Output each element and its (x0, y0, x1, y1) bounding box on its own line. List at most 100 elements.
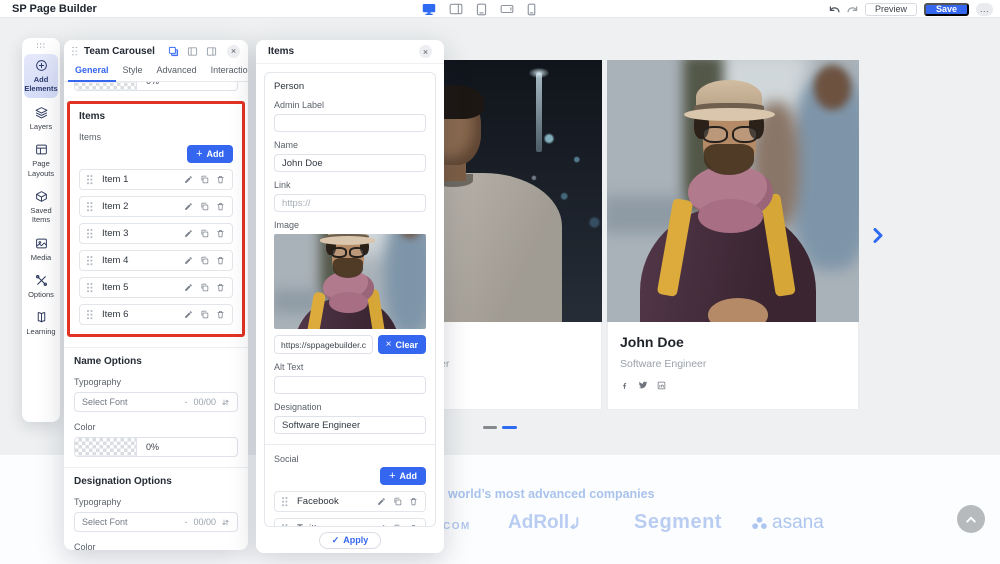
font-size-value: 00/00 (193, 397, 216, 407)
panel-drag-handle-icon[interactable] (72, 46, 78, 57)
duplicate-icon[interactable] (200, 229, 209, 238)
add-item-button[interactable]: +Add (187, 145, 233, 163)
sidebar-item-saved-items[interactable]: Saved Items (24, 185, 58, 229)
drag-handle-icon[interactable] (87, 228, 93, 239)
edit-icon[interactable] (184, 310, 193, 319)
duplicate-icon[interactable] (200, 310, 209, 319)
edit-icon[interactable] (184, 256, 193, 265)
alt-text-input[interactable] (274, 376, 426, 394)
dock-right-icon[interactable] (206, 46, 217, 57)
tab-advanced[interactable]: Advanced (150, 65, 204, 82)
panel-body: 0% Items Items +Add Item 1 Item 2 (64, 82, 248, 550)
close-icon[interactable]: × (419, 45, 432, 58)
dock-left-icon[interactable] (187, 46, 198, 57)
tab-interaction[interactable]: Interaction (204, 65, 248, 82)
item-row-2[interactable]: Item 2 (79, 196, 233, 217)
designation-input[interactable] (274, 416, 426, 434)
more-options-button[interactable]: ... (976, 3, 993, 16)
drag-handle-icon[interactable] (87, 174, 93, 185)
drag-handle-icon[interactable] (87, 309, 93, 320)
font-select[interactable]: Select Font - 00/00 (74, 392, 238, 412)
duplicate-icon[interactable] (200, 283, 209, 292)
admin-label-input[interactable] (274, 114, 426, 132)
name-input[interactable] (274, 154, 426, 172)
color-swatch[interactable] (75, 438, 137, 456)
sidebar-item-learning[interactable]: Learning (24, 306, 58, 340)
save-button[interactable]: Save (924, 3, 969, 16)
sidebar-item-media[interactable]: Media (24, 232, 58, 266)
preview-button[interactable]: Preview (865, 3, 917, 16)
image-url-input[interactable] (274, 335, 373, 354)
laptop-icon[interactable] (449, 3, 463, 15)
close-icon[interactable]: × (227, 45, 240, 58)
undo-icon[interactable] (829, 4, 840, 14)
member-card-right[interactable]: John Doe Software Engineer (607, 322, 859, 410)
duplicate-icon[interactable] (200, 202, 209, 211)
clear-image-button[interactable]: ×Clear (378, 335, 426, 354)
delete-icon[interactable] (216, 283, 225, 292)
linkedin-icon[interactable] (657, 380, 666, 390)
delete-icon[interactable] (216, 256, 225, 265)
duplicate-icon[interactable] (168, 46, 179, 57)
carousel-dot-inactive[interactable] (483, 426, 497, 429)
color-swatch[interactable] (75, 82, 137, 90)
delete-icon[interactable] (216, 229, 225, 238)
carousel-photo-right[interactable] (607, 60, 859, 322)
drag-handle-icon[interactable] (282, 496, 288, 507)
tablet-icon[interactable] (476, 3, 487, 16)
edit-icon[interactable] (184, 202, 193, 211)
font-dash: - (184, 517, 187, 527)
color-field[interactable]: 0% (74, 82, 238, 91)
facebook-icon[interactable] (620, 380, 629, 390)
drag-handle-icon[interactable] (87, 201, 93, 212)
delete-icon[interactable] (216, 202, 225, 211)
decor (331, 247, 347, 257)
sidebar-item-label: Add Elements (24, 75, 58, 94)
sidebar-item-add-elements[interactable]: Add Elements (24, 54, 58, 98)
decor (329, 292, 369, 313)
media-icon (35, 237, 48, 250)
item-row-4[interactable]: Item 4 (79, 250, 233, 271)
item-row-1[interactable]: Item 1 (79, 169, 233, 190)
twitter-icon[interactable] (638, 380, 648, 390)
edit-icon[interactable] (377, 497, 386, 506)
item-row-5[interactable]: Item 5 (79, 277, 233, 298)
delete-icon[interactable] (216, 175, 225, 184)
sidebar-item-layers[interactable]: Layers (24, 101, 58, 135)
decor (536, 73, 541, 152)
apply-button[interactable]: ✓Apply (319, 532, 382, 549)
edit-icon[interactable] (184, 229, 193, 238)
sidebar-item-page-layouts[interactable]: Page Layouts (24, 138, 58, 182)
drag-handle-icon[interactable] (87, 255, 93, 266)
social-row-twitter[interactable]: Twitter (274, 518, 426, 527)
delete-icon[interactable] (409, 497, 418, 506)
mobile-icon[interactable] (527, 3, 536, 16)
delete-icon[interactable] (216, 310, 225, 319)
duplicate-icon[interactable] (200, 256, 209, 265)
color-field[interactable]: 0% (74, 437, 238, 457)
carousel-next-icon[interactable] (873, 228, 883, 243)
desktop-icon[interactable] (422, 3, 436, 16)
social-label: Social (274, 454, 426, 464)
add-social-button[interactable]: +Add (380, 467, 426, 485)
font-select[interactable]: Select Font - 00/00 (74, 512, 238, 532)
sidebar-item-options[interactable]: Options (24, 269, 58, 303)
item-row-3[interactable]: Item 3 (79, 223, 233, 244)
social-row-facebook[interactable]: Facebook (274, 491, 426, 512)
edit-icon[interactable] (184, 175, 193, 184)
color-value: 0% (146, 82, 159, 86)
edit-icon[interactable] (184, 283, 193, 292)
tab-style[interactable]: Style (116, 65, 150, 82)
duplicate-icon[interactable] (393, 497, 402, 506)
duplicate-icon[interactable] (200, 175, 209, 184)
mobile-landscape-icon[interactable] (500, 4, 514, 14)
tab-general[interactable]: General (68, 65, 116, 82)
sidebar-drag-handle-icon[interactable] (37, 43, 46, 48)
link-input[interactable] (274, 194, 426, 212)
carousel-dot-active[interactable] (502, 426, 517, 429)
drag-handle-icon[interactable] (87, 282, 93, 293)
item-row-6[interactable]: Item 6 (79, 304, 233, 325)
scroll-top-button[interactable] (957, 505, 985, 533)
name-options-title: Name Options (74, 356, 238, 367)
redo-icon[interactable] (847, 4, 858, 14)
